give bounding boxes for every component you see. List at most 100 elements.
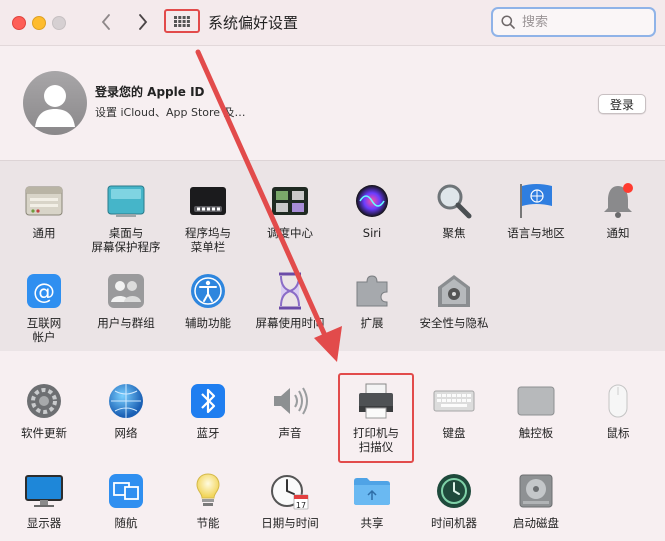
siri-icon	[356, 185, 388, 217]
pane-label: 辅助功能	[185, 316, 231, 330]
pane-extensions[interactable]: 扩展	[331, 271, 413, 330]
sound-icon	[274, 387, 308, 415]
language-region-icon	[520, 184, 552, 218]
dock-menubar-icon	[190, 187, 226, 215]
pane-displays[interactable]: 显示器	[3, 471, 85, 530]
pane-date-time[interactable]: 17 日期与时间	[249, 471, 331, 530]
spotlight-icon	[437, 184, 472, 219]
pane-label: 打印机与 扫描仪	[353, 426, 399, 454]
forward-button[interactable]	[132, 10, 154, 34]
extensions-icon	[356, 275, 388, 307]
pane-label: Siri	[362, 226, 382, 240]
accessibility-icon	[191, 274, 225, 308]
general-icon	[25, 186, 63, 216]
pane-time-machine[interactable]: 时间机器	[413, 471, 495, 530]
account-area: 登录您的 Apple ID 设置 iCloud、App Store 及… 登录	[0, 46, 665, 160]
pane-notifications[interactable]: 通知	[577, 181, 659, 240]
pane-language-region[interactable]: 语言与地区	[495, 181, 577, 240]
pane-label: 程序坞与 菜单栏	[185, 226, 231, 254]
preferences-section-2: 软件更新 网络 蓝牙 声音 打印机与 扫描仪 键盘 触控板 鼠标 显示器 随航 …	[0, 351, 665, 541]
pane-label: 通用	[32, 226, 56, 240]
pane-label: 软件更新	[21, 426, 67, 440]
trackpad-icon	[517, 386, 555, 416]
pane-sidecar[interactable]: 随航	[85, 471, 167, 530]
pane-printers-scanners[interactable]: 打印机与 扫描仪	[335, 381, 417, 454]
screen-time-icon	[279, 272, 301, 310]
mouse-icon	[608, 384, 628, 418]
pane-label: 日期与时间	[261, 516, 319, 530]
network-icon	[109, 384, 143, 418]
pane-internet-accounts[interactable]: @ 互联网 帐户	[3, 271, 85, 344]
pane-mouse[interactable]: 鼠标	[577, 381, 659, 440]
bluetooth-icon	[191, 384, 225, 418]
pane-general[interactable]: 通用	[3, 181, 85, 240]
pane-label: 触控板	[518, 426, 554, 440]
pane-label: 调度中心	[267, 226, 313, 240]
login-button[interactable]: 登录	[598, 94, 646, 114]
internet-accounts-icon: @	[27, 274, 61, 308]
pane-accessibility[interactable]: 辅助功能	[167, 271, 249, 330]
pane-label: 鼠标	[606, 426, 630, 440]
chevron-left-icon	[101, 14, 110, 30]
search-field[interactable]	[491, 7, 656, 37]
pane-label: 随航	[114, 516, 138, 530]
chevron-right-icon	[139, 14, 148, 30]
sharing-icon	[354, 478, 390, 505]
pane-label: 互联网 帐户	[26, 316, 62, 344]
grid-icon	[174, 15, 190, 27]
time-machine-icon	[437, 474, 471, 508]
pane-label: 启动磁盘	[513, 516, 559, 530]
users-groups-icon	[108, 274, 144, 308]
pane-energy-saver[interactable]: 节能	[167, 471, 249, 530]
user-silhouette-icon	[35, 85, 75, 127]
energy-saver-icon	[196, 473, 220, 506]
security-privacy-icon	[438, 275, 470, 307]
pane-label: 蓝牙	[196, 426, 220, 440]
pane-label: 聚焦	[442, 226, 466, 240]
svg-text:@: @	[33, 280, 55, 305]
pane-screen-time[interactable]: 屏幕使用时间	[249, 271, 331, 330]
pane-label: 网络	[114, 426, 138, 440]
pane-trackpad[interactable]: 触控板	[495, 381, 577, 440]
avatar[interactable]	[23, 71, 87, 135]
pane-keyboard[interactable]: 键盘	[413, 381, 495, 440]
sidecar-icon	[109, 474, 143, 508]
pane-label: 时间机器	[431, 516, 477, 530]
pane-dock-menubar[interactable]: 程序坞与 菜单栏	[167, 181, 249, 254]
software-update-icon	[27, 384, 61, 418]
displays-icon	[25, 475, 63, 507]
pane-startup-disk[interactable]: 启动磁盘	[495, 471, 577, 530]
apple-id-title[interactable]: 登录您的 Apple ID	[95, 83, 205, 100]
pane-sound[interactable]: 声音	[249, 381, 331, 440]
pane-label: 桌面与 屏幕保护程序	[91, 226, 161, 254]
printer-scanner-icon	[359, 383, 393, 419]
search-icon	[501, 15, 515, 29]
search-input[interactable]	[520, 13, 644, 31]
pane-desktop-screensaver[interactable]: 桌面与 屏幕保护程序	[85, 181, 167, 254]
date-time-icon: 17	[271, 475, 309, 510]
preferences-section-1: 通用 桌面与 屏幕保护程序 程序坞与 菜单栏 调度中心 Siri 聚焦 语言与地…	[0, 160, 665, 352]
window-title: 系统偏好设置	[208, 14, 299, 32]
pane-security-privacy[interactable]: 安全性与隐私	[413, 271, 495, 330]
zoom-button[interactable]	[52, 16, 66, 30]
pane-spotlight[interactable]: 聚焦	[413, 181, 495, 240]
pane-label: 声音	[278, 426, 302, 440]
show-all-button[interactable]	[164, 9, 200, 33]
desktop-screensaver-icon	[107, 185, 145, 217]
pane-label: 通知	[606, 226, 630, 240]
pane-mission-control[interactable]: 调度中心	[249, 181, 331, 240]
pane-users-groups[interactable]: 用户与群组	[85, 271, 167, 330]
pane-label: 安全性与隐私	[419, 316, 489, 330]
pane-software-update[interactable]: 软件更新	[3, 381, 85, 440]
pane-label: 扩展	[360, 316, 384, 330]
back-button[interactable]	[95, 10, 117, 34]
close-button[interactable]	[12, 16, 26, 30]
pane-sharing[interactable]: 共享	[331, 471, 413, 530]
pane-label: 键盘	[442, 426, 466, 440]
pane-label: 语言与地区	[507, 226, 565, 240]
minimize-button[interactable]	[32, 16, 46, 30]
pane-siri[interactable]: Siri	[331, 181, 413, 240]
pane-network[interactable]: 网络	[85, 381, 167, 440]
apple-id-subtitle: 设置 iCloud、App Store 及…	[95, 106, 246, 119]
pane-bluetooth[interactable]: 蓝牙	[167, 381, 249, 440]
